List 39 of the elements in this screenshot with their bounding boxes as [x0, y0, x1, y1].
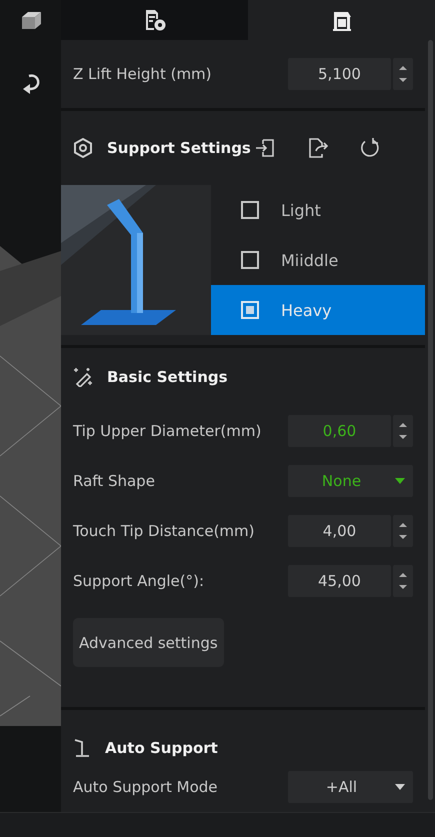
caret-icon [395, 478, 405, 484]
support-option[interactable]: Light [211, 185, 425, 235]
tab[interactable] [248, 0, 435, 40]
support-pin-icon [73, 738, 91, 758]
spin-arrows[interactable] [393, 58, 413, 90]
reset-icon[interactable] [358, 137, 381, 159]
number-field[interactable]: 5,100 [288, 58, 391, 90]
spin-arrows[interactable] [393, 565, 413, 597]
support-option[interactable]: Heavy [211, 285, 425, 335]
dropdown[interactable]: +All [288, 771, 413, 803]
number-field[interactable]: 0,60 [288, 415, 391, 447]
setting-label: Auto Support Mode [73, 778, 219, 796]
hexagon-gear-icon [73, 138, 93, 158]
spin-arrows[interactable] [393, 415, 413, 447]
export-icon[interactable] [306, 137, 329, 159]
setting-label: Raft Shape [73, 472, 156, 490]
caret-icon [395, 784, 405, 790]
setting-label: Z Lift Height (mm) [73, 65, 213, 83]
checkbox[interactable] [241, 301, 259, 319]
cube-icon[interactable] [20, 9, 42, 31]
scrollbar[interactable] [428, 40, 432, 800]
number-field[interactable]: 45,00 [288, 565, 391, 597]
advanced-settings-button[interactable]: Advanced settings [73, 618, 224, 667]
import-icon[interactable] [254, 137, 277, 159]
section-title: Basic Settings [107, 368, 228, 386]
spin-arrows[interactable] [393, 515, 413, 547]
support-option[interactable]: Miiddle [211, 235, 425, 285]
document-gear-icon [144, 9, 166, 31]
section-title: Auto Support [105, 739, 218, 757]
tab[interactable] [61, 0, 248, 40]
dropdown[interactable]: None [288, 465, 413, 497]
checkbox[interactable] [241, 251, 259, 269]
magic-wand-icon [73, 367, 93, 387]
setting-label: Tip Upper Diameter(mm) [73, 422, 262, 440]
section-title: Support Settings [107, 139, 251, 157]
setting-label: Support Angle(°): [73, 572, 206, 590]
setting-label: Touch Tip Distance(mm) [73, 522, 256, 540]
checkbox[interactable] [241, 201, 259, 219]
number-field[interactable]: 4,00 [288, 515, 391, 547]
